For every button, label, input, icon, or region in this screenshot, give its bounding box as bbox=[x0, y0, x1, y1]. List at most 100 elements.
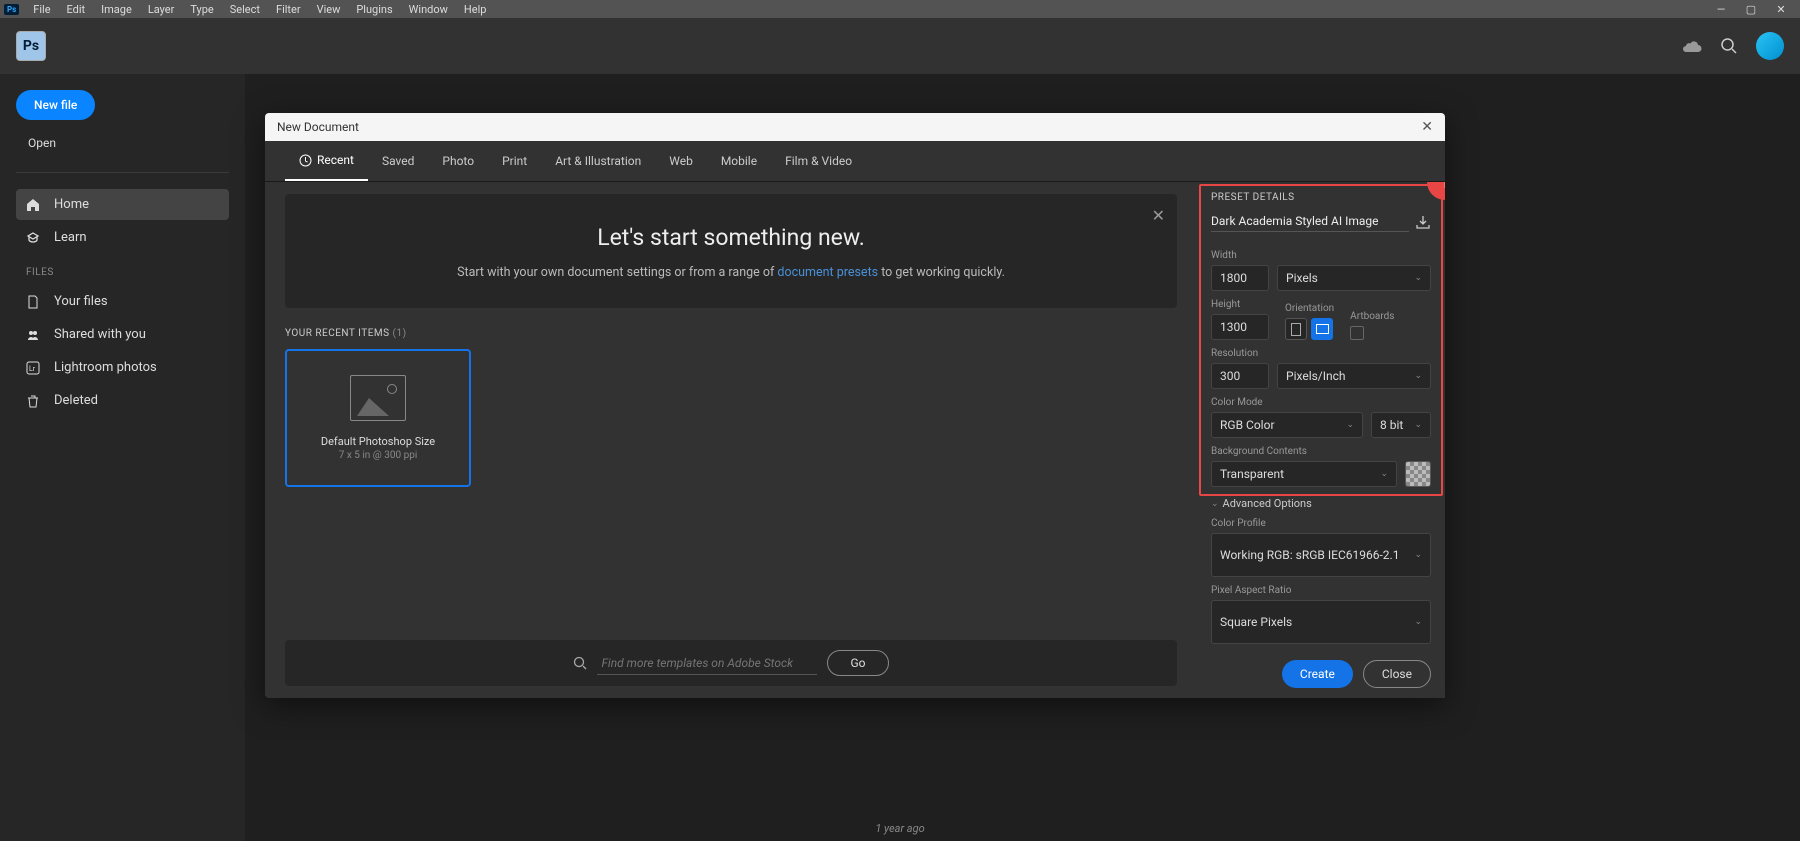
search-icon[interactable] bbox=[1720, 37, 1738, 55]
tab-print[interactable]: Print bbox=[488, 141, 541, 181]
menu-view[interactable]: View bbox=[309, 1, 349, 18]
resolution-input[interactable] bbox=[1211, 363, 1269, 389]
width-input[interactable] bbox=[1211, 265, 1269, 291]
cloud-icon[interactable] bbox=[1682, 39, 1702, 53]
tab-photo[interactable]: Photo bbox=[428, 141, 488, 181]
banner-close-icon[interactable]: ✕ bbox=[1152, 206, 1165, 225]
banner-title: Let's start something new. bbox=[325, 224, 1137, 251]
preset-details-panel: 1 PRESET DETAILS Width Pixels⌄ Height Or… bbox=[1197, 182, 1445, 698]
tab-mobile[interactable]: Mobile bbox=[707, 141, 771, 181]
menu-window[interactable]: Window bbox=[401, 1, 456, 18]
file-icon bbox=[26, 295, 46, 309]
clock-icon bbox=[299, 154, 312, 167]
sidebar-item-your-files[interactable]: Your files bbox=[16, 286, 229, 317]
background-color-swatch[interactable] bbox=[1405, 461, 1431, 487]
height-input[interactable] bbox=[1211, 314, 1269, 340]
card-title: Default Photoshop Size bbox=[321, 435, 435, 448]
menu-help[interactable]: Help bbox=[456, 1, 495, 18]
orientation-landscape-button[interactable] bbox=[1311, 318, 1333, 340]
width-label: Width bbox=[1211, 250, 1431, 261]
colorprofile-label: Color Profile bbox=[1211, 518, 1431, 529]
recent-item-card[interactable]: Default Photoshop Size 7 x 5 in @ 300 pp… bbox=[285, 349, 471, 487]
window-minimize-icon[interactable]: — bbox=[1706, 3, 1736, 16]
bitdepth-select[interactable]: 8 bit⌄ bbox=[1371, 412, 1431, 438]
sidebar-item-label: Lightroom photos bbox=[54, 360, 157, 375]
banner-text: Start with your own document settings or… bbox=[325, 265, 1137, 280]
sidebar-item-deleted[interactable]: Deleted bbox=[16, 385, 229, 416]
tab-web[interactable]: Web bbox=[655, 141, 707, 181]
stock-search: Go bbox=[285, 640, 1177, 686]
create-button[interactable]: Create bbox=[1282, 660, 1353, 688]
par-label: Pixel Aspect Ratio bbox=[1211, 585, 1431, 596]
artboards-label: Artboards bbox=[1350, 311, 1394, 322]
resolution-unit-select[interactable]: Pixels/Inch⌄ bbox=[1277, 363, 1431, 389]
recent-items-label: YOUR RECENT ITEMS (1) bbox=[285, 328, 1177, 339]
colormode-select[interactable]: RGB Color⌄ bbox=[1211, 412, 1363, 438]
left-panel: ✕ Let's start something new. Start with … bbox=[265, 182, 1197, 698]
new-file-button[interactable]: New file bbox=[16, 90, 95, 120]
menubar: Ps File Edit Image Layer Type Select Fil… bbox=[0, 0, 1800, 18]
tab-art[interactable]: Art & Illustration bbox=[541, 141, 655, 181]
sidebar-item-label: Shared with you bbox=[54, 327, 146, 342]
menu-image[interactable]: Image bbox=[93, 1, 140, 18]
width-unit-select[interactable]: Pixels⌄ bbox=[1277, 265, 1431, 291]
orientation-portrait-button[interactable] bbox=[1285, 318, 1307, 340]
colorprofile-select[interactable]: Working RGB: sRGB IEC61966-2.1⌄ bbox=[1211, 533, 1431, 577]
menu-type[interactable]: Type bbox=[182, 1, 221, 18]
colormode-label: Color Mode bbox=[1211, 397, 1431, 408]
close-icon[interactable]: ✕ bbox=[1421, 119, 1433, 135]
chevron-down-icon: ⌄ bbox=[1414, 420, 1422, 430]
sidebar-item-shared[interactable]: Shared with you bbox=[16, 319, 229, 350]
advanced-options-toggle[interactable]: ⌄ Advanced Options bbox=[1211, 497, 1431, 510]
ps-badge-icon: Ps bbox=[4, 4, 19, 15]
chevron-down-icon: ⌄ bbox=[1414, 617, 1422, 627]
menu-plugins[interactable]: Plugins bbox=[348, 1, 400, 18]
save-preset-icon[interactable] bbox=[1415, 214, 1431, 230]
preset-heading: PRESET DETAILS bbox=[1211, 192, 1431, 203]
people-icon bbox=[26, 328, 46, 342]
document-presets-link[interactable]: document presets bbox=[777, 265, 878, 280]
avatar[interactable] bbox=[1756, 32, 1784, 60]
open-button[interactable]: Open bbox=[16, 130, 68, 156]
par-select[interactable]: Square Pixels⌄ bbox=[1211, 600, 1431, 644]
background-select[interactable]: Transparent⌄ bbox=[1211, 461, 1397, 487]
tab-film[interactable]: Film & Video bbox=[771, 141, 866, 181]
preset-name-input[interactable] bbox=[1211, 211, 1409, 232]
sidebar-item-lightroom[interactable]: Lr Lightroom photos bbox=[16, 352, 229, 383]
chevron-down-icon: ⌄ bbox=[1380, 469, 1388, 479]
dialog-title: New Document bbox=[277, 120, 359, 134]
sidebar-item-learn[interactable]: Learn bbox=[16, 222, 229, 253]
chevron-down-icon: ⌄ bbox=[1211, 499, 1219, 509]
artboards-checkbox[interactable] bbox=[1350, 326, 1364, 340]
tab-saved[interactable]: Saved bbox=[368, 141, 428, 181]
window-close-icon[interactable]: ✕ bbox=[1766, 3, 1796, 16]
sidebar-item-label: Your files bbox=[54, 294, 108, 309]
tabs: Recent Saved Photo Print Art & Illustrat… bbox=[265, 141, 1445, 182]
height-label: Height bbox=[1211, 299, 1269, 310]
chevron-down-icon: ⌄ bbox=[1346, 420, 1354, 430]
new-document-dialog: New Document ✕ Recent Saved Photo Print … bbox=[265, 113, 1445, 698]
menu-layer[interactable]: Layer bbox=[140, 1, 183, 18]
menu-filter[interactable]: Filter bbox=[268, 1, 309, 18]
menu-edit[interactable]: Edit bbox=[59, 1, 94, 18]
dialog-titlebar: New Document ✕ bbox=[265, 113, 1445, 141]
card-subtitle: 7 x 5 in @ 300 ppi bbox=[339, 450, 418, 461]
background-label: Background Contents bbox=[1211, 446, 1431, 457]
close-button[interactable]: Close bbox=[1363, 660, 1431, 688]
stock-search-input[interactable] bbox=[597, 652, 817, 675]
search-icon bbox=[573, 656, 587, 670]
chevron-down-icon: ⌄ bbox=[1414, 273, 1422, 283]
image-placeholder-icon bbox=[350, 375, 406, 421]
menu-file[interactable]: File bbox=[25, 1, 58, 18]
window-maximize-icon[interactable]: ▢ bbox=[1736, 3, 1766, 16]
chevron-down-icon: ⌄ bbox=[1414, 371, 1422, 381]
learn-icon bbox=[26, 231, 46, 245]
resolution-label: Resolution bbox=[1211, 348, 1431, 359]
tab-recent[interactable]: Recent bbox=[285, 141, 368, 181]
menu-select[interactable]: Select bbox=[222, 1, 268, 18]
go-button[interactable]: Go bbox=[827, 650, 888, 676]
sidebar-item-label: Deleted bbox=[54, 393, 98, 408]
sidebar-item-home[interactable]: Home bbox=[16, 189, 229, 220]
svg-text:Lr: Lr bbox=[29, 365, 36, 373]
sidebar-item-label: Home bbox=[54, 197, 89, 212]
